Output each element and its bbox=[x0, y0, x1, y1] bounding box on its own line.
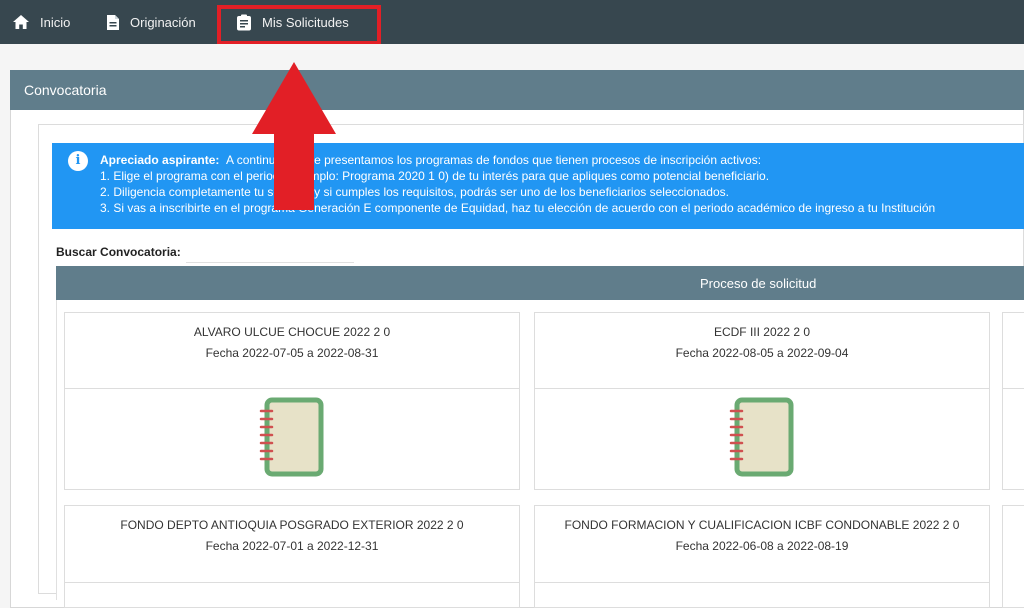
process-header-title: Proceso de solicitud bbox=[700, 275, 817, 291]
nav-label-originacion: Originación bbox=[130, 14, 196, 30]
program-name: FONDO DEPTO ANTIOQUIA POSGRADO EXTERIOR … bbox=[120, 518, 464, 532]
convocatoria-header: Convocatoria bbox=[10, 70, 1024, 110]
nav-label-inicio: Inicio bbox=[40, 14, 71, 30]
card-divider bbox=[535, 582, 989, 583]
highlight-box bbox=[217, 5, 381, 45]
alert-lead: Apreciado aspirante: bbox=[100, 153, 220, 167]
search-input[interactable] bbox=[186, 243, 354, 263]
alert-item-2: 2. Diligencia completamente tu solicitud… bbox=[100, 185, 729, 199]
red-arrow-annotation bbox=[252, 62, 336, 210]
search-label: Buscar Convocatoria: bbox=[56, 245, 181, 259]
notebook-icon bbox=[729, 397, 794, 477]
program-dates: Fecha 2022-08-05 a 2022-09-04 bbox=[675, 346, 849, 360]
document-icon bbox=[107, 14, 119, 30]
notebook-icon bbox=[259, 397, 324, 477]
info-alert: i Apreciado aspirante: A continuación, t… bbox=[52, 143, 1024, 229]
program-dates: Fecha 2022-06-08 a 2022-08-19 bbox=[675, 539, 849, 553]
program-dates: Fecha 2022-07-01 a 2022-12-31 bbox=[205, 539, 379, 553]
program-card-partial[interactable] bbox=[1002, 505, 1024, 608]
nav-item-inicio[interactable]: Inicio bbox=[12, 0, 70, 44]
program-dates: Fecha 2022-07-05 a 2022-08-31 bbox=[205, 346, 379, 360]
panel-title: Convocatoria bbox=[24, 82, 107, 98]
process-header: Proceso de solicitud bbox=[56, 266, 1024, 300]
program-card[interactable]: FONDO DEPTO ANTIOQUIA POSGRADO EXTERIOR … bbox=[64, 505, 520, 608]
program-name: ECDF III 2022 2 0 bbox=[713, 325, 811, 339]
program-card[interactable]: FONDO FORMACION Y CUALIFICACION ICBF CON… bbox=[534, 505, 990, 608]
card-divider bbox=[1003, 388, 1024, 389]
card-divider bbox=[535, 388, 989, 389]
home-icon bbox=[13, 15, 29, 29]
program-card[interactable]: ECDF III 2022 2 0 Fecha 2022-08-05 a 202… bbox=[534, 312, 990, 490]
program-card[interactable]: ALVARO ULCUE CHOCUE 2022 2 0 Fecha 2022-… bbox=[64, 312, 520, 490]
alert-item-3: 3. Si vas a inscribirte en el programa G… bbox=[100, 201, 936, 215]
alert-item-1: 1. Elige el programa con el periodo (eje… bbox=[100, 169, 770, 183]
program-name: FONDO FORMACION Y CUALIFICACION ICBF CON… bbox=[564, 518, 960, 532]
top-nav-bar: Inicio Originación Mis Solicitudes bbox=[0, 0, 1024, 44]
program-card-partial[interactable] bbox=[1002, 312, 1024, 490]
card-divider bbox=[65, 388, 519, 389]
program-name: ALVARO ULCUE CHOCUE 2022 2 0 bbox=[193, 325, 391, 339]
info-icon: i bbox=[68, 151, 88, 171]
card-divider bbox=[65, 582, 519, 583]
alert-intro-line: Apreciado aspirante: A continuación, te … bbox=[100, 153, 761, 167]
nav-item-originacion[interactable]: Originación bbox=[106, 0, 196, 44]
